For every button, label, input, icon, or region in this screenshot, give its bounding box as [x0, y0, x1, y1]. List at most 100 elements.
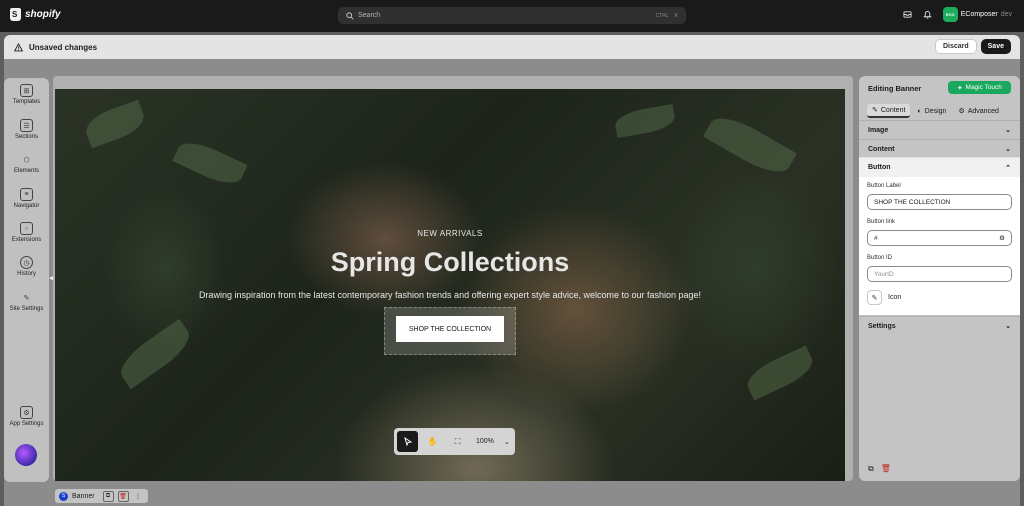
- sidebar-item-templates[interactable]: ⊞ Templates: [4, 84, 49, 105]
- banner-subheading[interactable]: NEW ARRIVALS: [55, 229, 845, 238]
- duplicate-icon[interactable]: ⧉: [102, 490, 114, 502]
- chevron-down-icon: ⌄: [1005, 323, 1011, 330]
- save-button[interactable]: Save: [980, 39, 1011, 54]
- chevron-up-icon: ⌃: [1005, 164, 1011, 172]
- chevron-down-icon: ⌄: [1005, 146, 1011, 153]
- tab-content[interactable]: ✎ Content: [867, 104, 911, 118]
- button-id-label: Button ID: [867, 255, 893, 261]
- sidebar-item-history[interactable]: ◷ History: [4, 256, 49, 277]
- tab-label: Advanced: [967, 107, 999, 115]
- fit-screen-button[interactable]: ⛶: [447, 431, 468, 452]
- breadcrumb[interactable]: S Banner ⧉ 🗑 ⋮: [55, 489, 148, 503]
- left-sidebar: ⊞ Templates ☰ Sections ⬡ Elements ≡ Navi…: [4, 78, 49, 482]
- banner-section[interactable]: NEW ARRIVALS Spring Collections Drawing …: [55, 89, 845, 481]
- logo-text: shopify: [25, 9, 61, 20]
- store-badge: ECO: [942, 7, 958, 22]
- banner-description[interactable]: Drawing inspiration from the latest cont…: [55, 290, 845, 300]
- icon-picker-row[interactable]: ✎ Icon: [867, 290, 901, 305]
- button-section-header[interactable]: Button ⌃: [859, 158, 1020, 177]
- templates-icon: ⊞: [20, 84, 33, 97]
- magic-touch-label: Magic Touch: [965, 84, 1002, 91]
- avatar[interactable]: [15, 444, 37, 466]
- section-label: Button: [868, 164, 891, 171]
- unsaved-title: Unsaved changes: [29, 42, 98, 52]
- section-image[interactable]: Image ⌄: [859, 120, 1020, 139]
- chevron-down-icon[interactable]: ⌄: [504, 438, 510, 446]
- sidebar-item-navigator[interactable]: ≡ Navigator: [4, 188, 49, 209]
- section-label: Image: [868, 126, 889, 134]
- shopify-logo[interactable]: shopify: [10, 8, 61, 21]
- magic-touch-button[interactable]: ✦ Magic Touch: [948, 81, 1011, 94]
- trash-icon[interactable]: 🗑: [881, 464, 891, 474]
- site-settings-icon: ✎: [23, 294, 30, 302]
- sidebar-item-app-settings[interactable]: ⚙ App Settings: [4, 406, 49, 427]
- sidebar-item-label: Site Settings: [9, 306, 44, 312]
- button-id-placeholder: YourID: [874, 270, 894, 278]
- foliage-shape: [703, 108, 797, 182]
- shortcut-ctrl: CTRL: [655, 12, 669, 19]
- foliage-shape: [742, 345, 818, 401]
- section-content[interactable]: Content ⌄: [859, 139, 1020, 158]
- pencil-icon: ✎: [872, 107, 878, 114]
- shortcut-k: K: [674, 12, 678, 19]
- breadcrumb-label: Banner: [72, 492, 95, 500]
- trash-icon[interactable]: 🗑: [117, 490, 129, 502]
- panel-footer-actions: ⧉ 🗑: [868, 464, 891, 474]
- warning-icon: [14, 42, 23, 51]
- sidebar-item-label: Elements: [13, 168, 39, 174]
- icon-label: Icon: [888, 294, 902, 301]
- sidebar-item-label: App Settings: [9, 421, 44, 427]
- panel-title: Editing Banner: [868, 84, 922, 93]
- button-link-input[interactable]: # ⚙: [867, 230, 1012, 246]
- sidebar-item-label: Sections: [14, 134, 38, 140]
- gear-icon[interactable]: ⚙: [999, 234, 1005, 242]
- button-id-input[interactable]: YourID: [867, 266, 1012, 282]
- foliage-shape: [113, 318, 197, 390]
- discard-button[interactable]: Discard: [934, 39, 977, 54]
- section-label: Content: [868, 145, 895, 153]
- store-switcher[interactable]: ECO EComposer dev: [942, 7, 1012, 22]
- sidebar-item-label: Navigator: [13, 203, 40, 209]
- hand-tool-button[interactable]: ✋: [422, 431, 443, 452]
- tab-design[interactable]: ◐ Design: [912, 104, 951, 118]
- foliage-shape: [81, 99, 149, 149]
- zoom-level[interactable]: 100%: [476, 438, 494, 445]
- extensions-icon: ⁘: [20, 222, 33, 235]
- sidebar-item-label: Extensions: [11, 237, 42, 243]
- shopify-topbar: shopify Search CTRL K ECO EComposer dev: [0, 0, 1024, 32]
- shopify-bag-icon: [10, 8, 21, 21]
- top-right-actions: ECO EComposer dev: [903, 7, 1012, 22]
- duplicate-icon[interactable]: ⧉: [868, 464, 874, 474]
- bell-icon[interactable]: [922, 10, 932, 19]
- button-label-input[interactable]: SHOP THE COLLECTION: [867, 194, 1012, 210]
- store-sub: dev: [1000, 11, 1012, 18]
- search-placeholder: Search: [358, 12, 381, 19]
- tab-label: Content: [880, 106, 906, 114]
- search-bar[interactable]: Search CTRL K: [338, 7, 686, 24]
- select-tool-button[interactable]: [397, 431, 418, 452]
- sidebar-item-site-settings[interactable]: ✎ Site Settings: [4, 291, 49, 313]
- pencil-icon[interactable]: ✎: [867, 290, 882, 305]
- sidebar-item-sections[interactable]: ☰ Sections: [4, 119, 49, 140]
- shop-collection-button[interactable]: SHOP THE COLLECTION: [396, 316, 504, 342]
- sparkle-icon: ✦: [957, 84, 963, 92]
- sidebar-item-extensions[interactable]: ⁘ Extensions: [4, 222, 49, 243]
- button-label-label: Button Label: [867, 183, 901, 189]
- inbox-icon[interactable]: [903, 10, 912, 19]
- store-name: EComposer: [960, 11, 998, 18]
- focus-icon: ⛶: [454, 436, 461, 446]
- sidebar-item-elements[interactable]: ⬡ Elements: [4, 153, 49, 175]
- sections-icon: ☰: [20, 119, 33, 132]
- foliage-shape: [613, 103, 677, 139]
- gear-icon: ⚙: [958, 108, 965, 115]
- chevron-down-icon: ⌄: [1005, 127, 1011, 134]
- more-icon[interactable]: ⋮: [133, 491, 144, 502]
- sidebar-item-label: History: [17, 271, 36, 277]
- button-link-label: Button link: [867, 219, 896, 225]
- tab-advanced[interactable]: ⚙ Advanced: [953, 104, 1003, 118]
- section-settings[interactable]: Settings ⌄: [859, 316, 1020, 335]
- banner-heading[interactable]: Spring Collections: [55, 247, 845, 278]
- navigator-icon: ≡: [20, 188, 33, 201]
- history-icon: ◷: [20, 256, 33, 269]
- palette-icon: ◐: [917, 107, 922, 115]
